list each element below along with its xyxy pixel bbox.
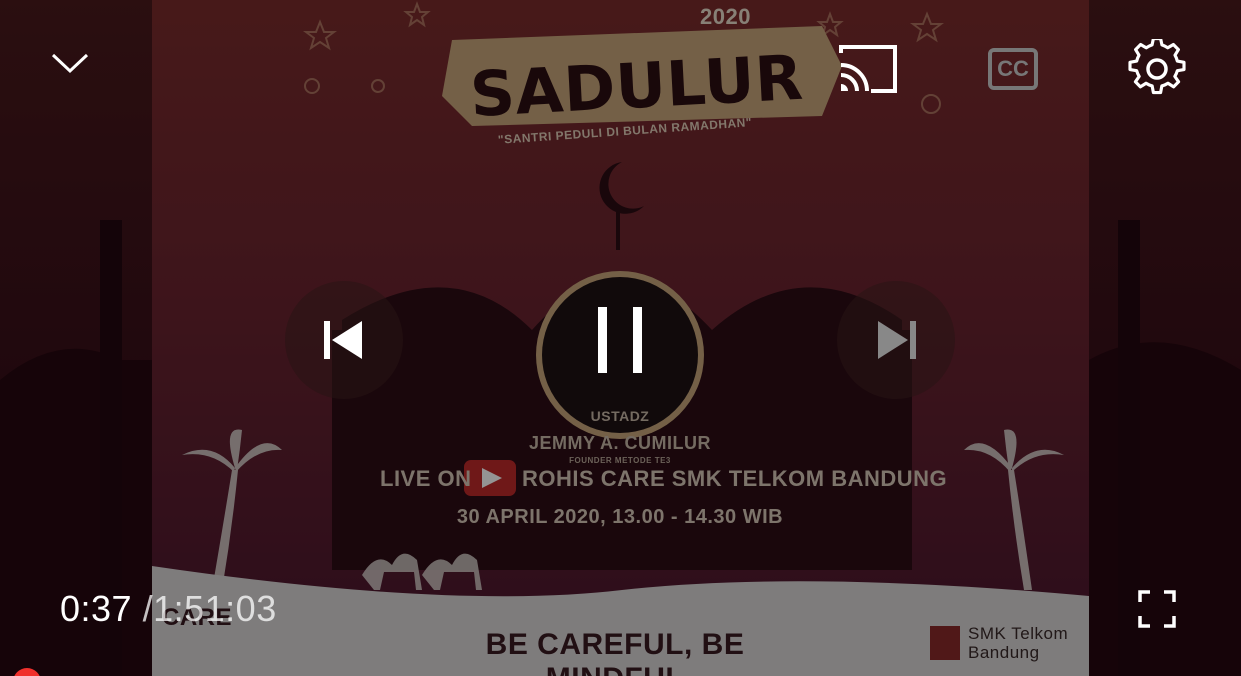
next-button[interactable] bbox=[837, 281, 955, 399]
gear-icon bbox=[1128, 39, 1186, 95]
fullscreen-icon bbox=[1138, 590, 1176, 628]
captions-button[interactable]: CC bbox=[980, 40, 1046, 98]
cast-icon bbox=[839, 45, 897, 93]
pause-icon bbox=[598, 307, 642, 373]
time-separator: / bbox=[142, 588, 154, 629]
fullscreen-button[interactable] bbox=[1126, 578, 1188, 640]
closed-captions-icon: CC bbox=[988, 48, 1038, 90]
captions-label: CC bbox=[997, 56, 1029, 81]
cast-button[interactable] bbox=[830, 38, 906, 100]
skip-next-icon bbox=[878, 321, 916, 359]
skip-previous-icon bbox=[324, 321, 362, 359]
chevron-down-icon bbox=[51, 53, 89, 74]
video-player[interactable]: 2020 SADULUR "SANTRI PEDULI DI BULAN RAM… bbox=[0, 0, 1241, 676]
play-pause-button[interactable] bbox=[558, 280, 682, 400]
settings-button[interactable] bbox=[1122, 36, 1192, 102]
collapse-button[interactable] bbox=[40, 38, 100, 88]
duration: 1:51:03 bbox=[153, 588, 277, 629]
time-display: 0:37 /1:51:03 bbox=[60, 588, 277, 630]
current-time: 0:37 bbox=[60, 588, 133, 629]
previous-button[interactable] bbox=[285, 281, 403, 399]
